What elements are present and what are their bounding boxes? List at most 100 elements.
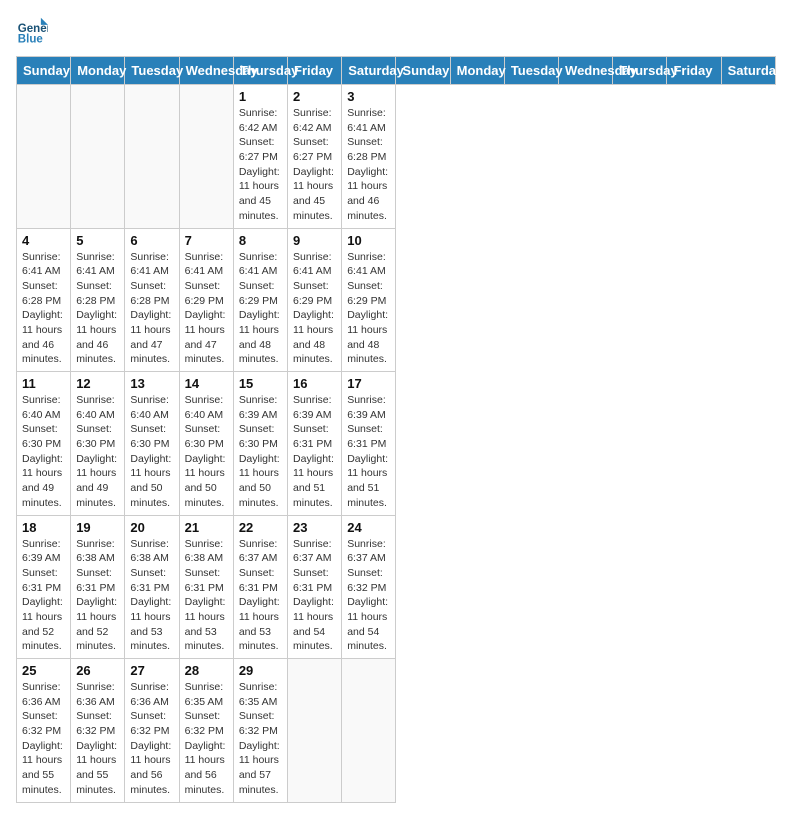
day-number: 27 bbox=[130, 663, 173, 678]
day-info: Sunrise: 6:36 AM Sunset: 6:32 PM Dayligh… bbox=[22, 680, 65, 798]
week-row-0: 1 Sunrise: 6:42 AM Sunset: 6:27 PM Daylig… bbox=[17, 85, 776, 229]
day-number: 17 bbox=[347, 376, 390, 391]
day-number: 8 bbox=[239, 233, 282, 248]
day-info: Sunrise: 6:42 AM Sunset: 6:27 PM Dayligh… bbox=[239, 106, 282, 224]
day-info: Sunrise: 6:36 AM Sunset: 6:32 PM Dayligh… bbox=[76, 680, 119, 798]
day-cell: 15 Sunrise: 6:39 AM Sunset: 6:30 PM Dayli… bbox=[233, 372, 287, 516]
day-number: 6 bbox=[130, 233, 173, 248]
col-header-sunday: Sunday bbox=[396, 57, 450, 85]
day-info: Sunrise: 6:38 AM Sunset: 6:31 PM Dayligh… bbox=[185, 537, 228, 655]
day-number: 2 bbox=[293, 89, 336, 104]
day-info: Sunrise: 6:39 AM Sunset: 6:30 PM Dayligh… bbox=[239, 393, 282, 511]
day-cell: 18Sunrise: 6:39 AM Sunset: 6:31 PM Dayli… bbox=[17, 515, 71, 659]
day-number: 20 bbox=[130, 520, 173, 535]
day-number: 1 bbox=[239, 89, 282, 104]
logo: General Blue bbox=[16, 16, 48, 48]
col-header-wednesday: Wednesday bbox=[179, 57, 233, 85]
col-header-friday: Friday bbox=[667, 57, 721, 85]
day-number: 28 bbox=[185, 663, 228, 678]
day-cell bbox=[17, 85, 71, 229]
day-cell: 27Sunrise: 6:36 AM Sunset: 6:32 PM Dayli… bbox=[125, 659, 179, 803]
col-header-saturday: Saturday bbox=[721, 57, 775, 85]
day-cell: 19 Sunrise: 6:38 AM Sunset: 6:31 PM Dayli… bbox=[71, 515, 125, 659]
day-cell bbox=[125, 85, 179, 229]
day-info: Sunrise: 6:37 AM Sunset: 6:32 PM Dayligh… bbox=[347, 537, 390, 655]
day-cell: 25Sunrise: 6:36 AM Sunset: 6:32 PM Dayli… bbox=[17, 659, 71, 803]
page-header: General Blue bbox=[16, 16, 776, 48]
logo-icon: General Blue bbox=[16, 16, 48, 48]
day-cell: 8 Sunrise: 6:41 AM Sunset: 6:29 PM Daylig… bbox=[233, 228, 287, 372]
day-number: 9 bbox=[293, 233, 336, 248]
day-info: Sunrise: 6:37 AM Sunset: 6:31 PM Dayligh… bbox=[239, 537, 282, 655]
day-info: Sunrise: 6:41 AM Sunset: 6:28 PM Dayligh… bbox=[22, 250, 65, 368]
day-number: 29 bbox=[239, 663, 282, 678]
day-number: 23 bbox=[293, 520, 336, 535]
col-header-thursday: Thursday bbox=[233, 57, 287, 85]
day-number: 10 bbox=[347, 233, 390, 248]
day-cell: 28 Sunrise: 6:35 AM Sunset: 6:32 PM Dayli… bbox=[179, 659, 233, 803]
day-cell: 9 Sunrise: 6:41 AM Sunset: 6:29 PM Daylig… bbox=[288, 228, 342, 372]
day-number: 26 bbox=[76, 663, 119, 678]
day-cell: 10 Sunrise: 6:41 AM Sunset: 6:29 PM Dayli… bbox=[342, 228, 396, 372]
day-cell: 1 Sunrise: 6:42 AM Sunset: 6:27 PM Daylig… bbox=[233, 85, 287, 229]
day-info: Sunrise: 6:41 AM Sunset: 6:29 PM Dayligh… bbox=[239, 250, 282, 368]
day-cell: 14 Sunrise: 6:40 AM Sunset: 6:30 PM Dayli… bbox=[179, 372, 233, 516]
day-cell: 26 Sunrise: 6:36 AM Sunset: 6:32 PM Dayli… bbox=[71, 659, 125, 803]
col-header-wednesday: Wednesday bbox=[559, 57, 613, 85]
day-info: Sunrise: 6:40 AM Sunset: 6:30 PM Dayligh… bbox=[22, 393, 65, 511]
day-cell bbox=[71, 85, 125, 229]
week-row-4: 25Sunrise: 6:36 AM Sunset: 6:32 PM Dayli… bbox=[17, 659, 776, 803]
day-info: Sunrise: 6:41 AM Sunset: 6:29 PM Dayligh… bbox=[347, 250, 390, 368]
day-info: Sunrise: 6:35 AM Sunset: 6:32 PM Dayligh… bbox=[185, 680, 228, 798]
week-row-3: 18Sunrise: 6:39 AM Sunset: 6:31 PM Dayli… bbox=[17, 515, 776, 659]
day-cell: 3Sunrise: 6:41 AM Sunset: 6:28 PM Daylig… bbox=[342, 85, 396, 229]
day-cell: 24 Sunrise: 6:37 AM Sunset: 6:32 PM Dayli… bbox=[342, 515, 396, 659]
col-header-saturday: Saturday bbox=[342, 57, 396, 85]
day-info: Sunrise: 6:40 AM Sunset: 6:30 PM Dayligh… bbox=[76, 393, 119, 511]
day-cell bbox=[342, 659, 396, 803]
day-cell: 11 Sunrise: 6:40 AM Sunset: 6:30 PM Dayli… bbox=[17, 372, 71, 516]
day-info: Sunrise: 6:40 AM Sunset: 6:30 PM Dayligh… bbox=[185, 393, 228, 511]
col-header-tuesday: Tuesday bbox=[504, 57, 558, 85]
day-cell: 22 Sunrise: 6:37 AM Sunset: 6:31 PM Dayli… bbox=[233, 515, 287, 659]
day-info: Sunrise: 6:37 AM Sunset: 6:31 PM Dayligh… bbox=[293, 537, 336, 655]
day-info: Sunrise: 6:41 AM Sunset: 6:28 PM Dayligh… bbox=[76, 250, 119, 368]
day-info: Sunrise: 6:39 AM Sunset: 6:31 PM Dayligh… bbox=[347, 393, 390, 511]
col-header-friday: Friday bbox=[288, 57, 342, 85]
col-header-sunday: Sunday bbox=[17, 57, 71, 85]
day-number: 15 bbox=[239, 376, 282, 391]
day-number: 19 bbox=[76, 520, 119, 535]
day-cell: 17 Sunrise: 6:39 AM Sunset: 6:31 PM Dayli… bbox=[342, 372, 396, 516]
day-number: 5 bbox=[76, 233, 119, 248]
day-number: 22 bbox=[239, 520, 282, 535]
day-cell: 5 Sunrise: 6:41 AM Sunset: 6:28 PM Daylig… bbox=[71, 228, 125, 372]
day-number: 24 bbox=[347, 520, 390, 535]
day-info: Sunrise: 6:39 AM Sunset: 6:31 PM Dayligh… bbox=[22, 537, 65, 655]
day-info: Sunrise: 6:41 AM Sunset: 6:29 PM Dayligh… bbox=[185, 250, 228, 368]
day-cell bbox=[288, 659, 342, 803]
day-info: Sunrise: 6:35 AM Sunset: 6:32 PM Dayligh… bbox=[239, 680, 282, 798]
day-info: Sunrise: 6:39 AM Sunset: 6:31 PM Dayligh… bbox=[293, 393, 336, 511]
calendar-table: SundayMondayTuesdayWednesdayThursdayFrid… bbox=[16, 56, 776, 803]
day-cell: 12 Sunrise: 6:40 AM Sunset: 6:30 PM Dayli… bbox=[71, 372, 125, 516]
day-info: Sunrise: 6:41 AM Sunset: 6:29 PM Dayligh… bbox=[293, 250, 336, 368]
day-number: 7 bbox=[185, 233, 228, 248]
col-header-monday: Monday bbox=[71, 57, 125, 85]
day-info: Sunrise: 6:38 AM Sunset: 6:31 PM Dayligh… bbox=[76, 537, 119, 655]
day-number: 13 bbox=[130, 376, 173, 391]
day-cell: 7 Sunrise: 6:41 AM Sunset: 6:29 PM Daylig… bbox=[179, 228, 233, 372]
day-number: 14 bbox=[185, 376, 228, 391]
day-cell: 6 Sunrise: 6:41 AM Sunset: 6:28 PM Daylig… bbox=[125, 228, 179, 372]
svg-text:Blue: Blue bbox=[18, 34, 44, 46]
day-cell: 21 Sunrise: 6:38 AM Sunset: 6:31 PM Dayli… bbox=[179, 515, 233, 659]
day-number: 12 bbox=[76, 376, 119, 391]
day-number: 21 bbox=[185, 520, 228, 535]
day-cell: 29 Sunrise: 6:35 AM Sunset: 6:32 PM Dayli… bbox=[233, 659, 287, 803]
col-header-tuesday: Tuesday bbox=[125, 57, 179, 85]
day-cell: 20Sunrise: 6:38 AM Sunset: 6:31 PM Dayli… bbox=[125, 515, 179, 659]
day-cell bbox=[179, 85, 233, 229]
day-number: 11 bbox=[22, 376, 65, 391]
day-info: Sunrise: 6:40 AM Sunset: 6:30 PM Dayligh… bbox=[130, 393, 173, 511]
day-info: Sunrise: 6:41 AM Sunset: 6:28 PM Dayligh… bbox=[130, 250, 173, 368]
col-header-monday: Monday bbox=[450, 57, 504, 85]
